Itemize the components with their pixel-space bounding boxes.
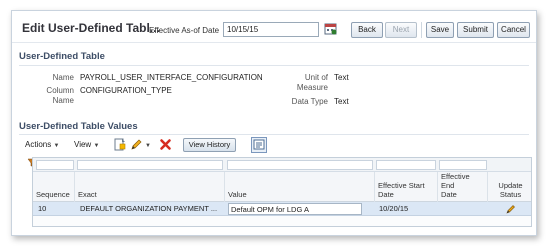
- col-header-exact[interactable]: Exact: [75, 172, 225, 202]
- add-row-icon[interactable]: [113, 138, 126, 151]
- col-label-line1: Update: [498, 181, 523, 190]
- caret-down-icon: ▼: [93, 143, 100, 149]
- actions-menu-label: Actions: [25, 140, 52, 149]
- actions-menu[interactable]: Actions ▼: [25, 140, 59, 149]
- filter-end-date-input[interactable]: [439, 160, 487, 170]
- next-button[interactable]: Next: [385, 22, 417, 38]
- edit-icon[interactable]: [130, 138, 143, 151]
- table-header: Sequence Exact Value Effective Start Dat…: [33, 172, 531, 202]
- page-header: Edit User-Defined Tabl... Effective As-o…: [12, 11, 536, 43]
- column-name-label-line1: Column: [46, 86, 74, 95]
- col-header-value[interactable]: Value: [225, 172, 375, 202]
- view-menu[interactable]: View ▼: [74, 140, 99, 149]
- uom-label-line2: Measure: [296, 83, 328, 92]
- view-menu-label: View: [74, 140, 92, 149]
- col-label-line1: Effective End: [441, 172, 470, 190]
- data-type-label: Data Type: [291, 97, 328, 106]
- caret-down-icon: ▼: [53, 143, 60, 149]
- uom-value: Text: [334, 73, 349, 82]
- table-row[interactable]: 10 DEFAULT ORGANIZATION PAYMENT ... Defa…: [33, 202, 531, 216]
- caret-down-icon: ▼: [145, 143, 151, 149]
- cell-effective-end-date: [439, 202, 487, 216]
- values-table: Sequence Exact Value Effective Start Dat…: [32, 157, 532, 227]
- column-name-label-line2: Name: [52, 96, 74, 105]
- udt-values-heading: User-Defined Table Values: [19, 121, 138, 132]
- back-button[interactable]: Back: [351, 22, 383, 38]
- detach-button[interactable]: [251, 137, 267, 153]
- calendar-icon[interactable]: [324, 22, 337, 35]
- col-label: Exact: [78, 190, 97, 199]
- edit-udt-panel: Edit User-Defined Tabl... Effective As-o…: [11, 10, 537, 236]
- toolbar-separator: [421, 22, 422, 38]
- uom-label-line1: Unit of: [304, 73, 328, 82]
- col-label-line2: Status: [499, 190, 522, 199]
- view-history-button[interactable]: View History: [183, 138, 236, 152]
- submit-button[interactable]: Submit: [457, 22, 494, 38]
- cell-sequence: 10: [38, 204, 47, 213]
- filter-exact-input[interactable]: [77, 160, 223, 170]
- col-label: Value: [228, 190, 247, 199]
- save-button[interactable]: Save: [426, 22, 454, 38]
- column-name-value: CONFIGURATION_TYPE: [80, 86, 172, 95]
- name-value: PAYROLL_USER_INTERFACE_CONFIGURATION: [80, 73, 263, 82]
- table-toolbar: Actions ▼ View ▼ ▼ View History: [19, 137, 531, 153]
- effective-date-label: Effective As-of Date: [149, 26, 220, 35]
- filter-value-input[interactable]: [227, 160, 373, 170]
- col-label-line2: Date: [378, 190, 394, 199]
- cell-exact: DEFAULT ORGANIZATION PAYMENT ...: [80, 204, 218, 213]
- name-label: Name: [52, 73, 74, 82]
- query-by-example-row: [33, 158, 531, 172]
- col-label: Sequence: [36, 190, 70, 199]
- section-divider: [19, 65, 529, 66]
- edit-dropdown[interactable]: ▼: [145, 140, 151, 149]
- effective-date-input[interactable]: 10/15/15: [223, 22, 319, 37]
- col-header-sequence[interactable]: Sequence: [33, 172, 75, 202]
- filter-sequence-input[interactable]: [36, 160, 74, 170]
- col-header-effective-start-date[interactable]: Effective Start Date: [375, 172, 438, 202]
- udt-section-heading: User-Defined Table: [19, 51, 105, 62]
- cell-value-input[interactable]: Default OPM for LDG A: [228, 203, 362, 215]
- filter-start-date-input[interactable]: [376, 160, 436, 170]
- pencil-icon[interactable]: [506, 204, 516, 214]
- col-label-line2: Date: [441, 190, 457, 199]
- cell-effective-start-date: 10/20/15: [379, 204, 409, 213]
- col-header-effective-end-date[interactable]: Effective End Date: [438, 172, 488, 202]
- col-label-line1: Effective Start: [378, 181, 425, 190]
- section-divider: [19, 134, 529, 135]
- detach-icon: [253, 139, 265, 150]
- col-header-update-status[interactable]: Update Status: [488, 172, 533, 202]
- delete-icon[interactable]: [159, 138, 172, 151]
- cancel-button[interactable]: Cancel: [497, 22, 530, 38]
- page-title: Edit User-Defined Tabl...: [22, 21, 160, 35]
- data-type-value: Text: [334, 97, 349, 106]
